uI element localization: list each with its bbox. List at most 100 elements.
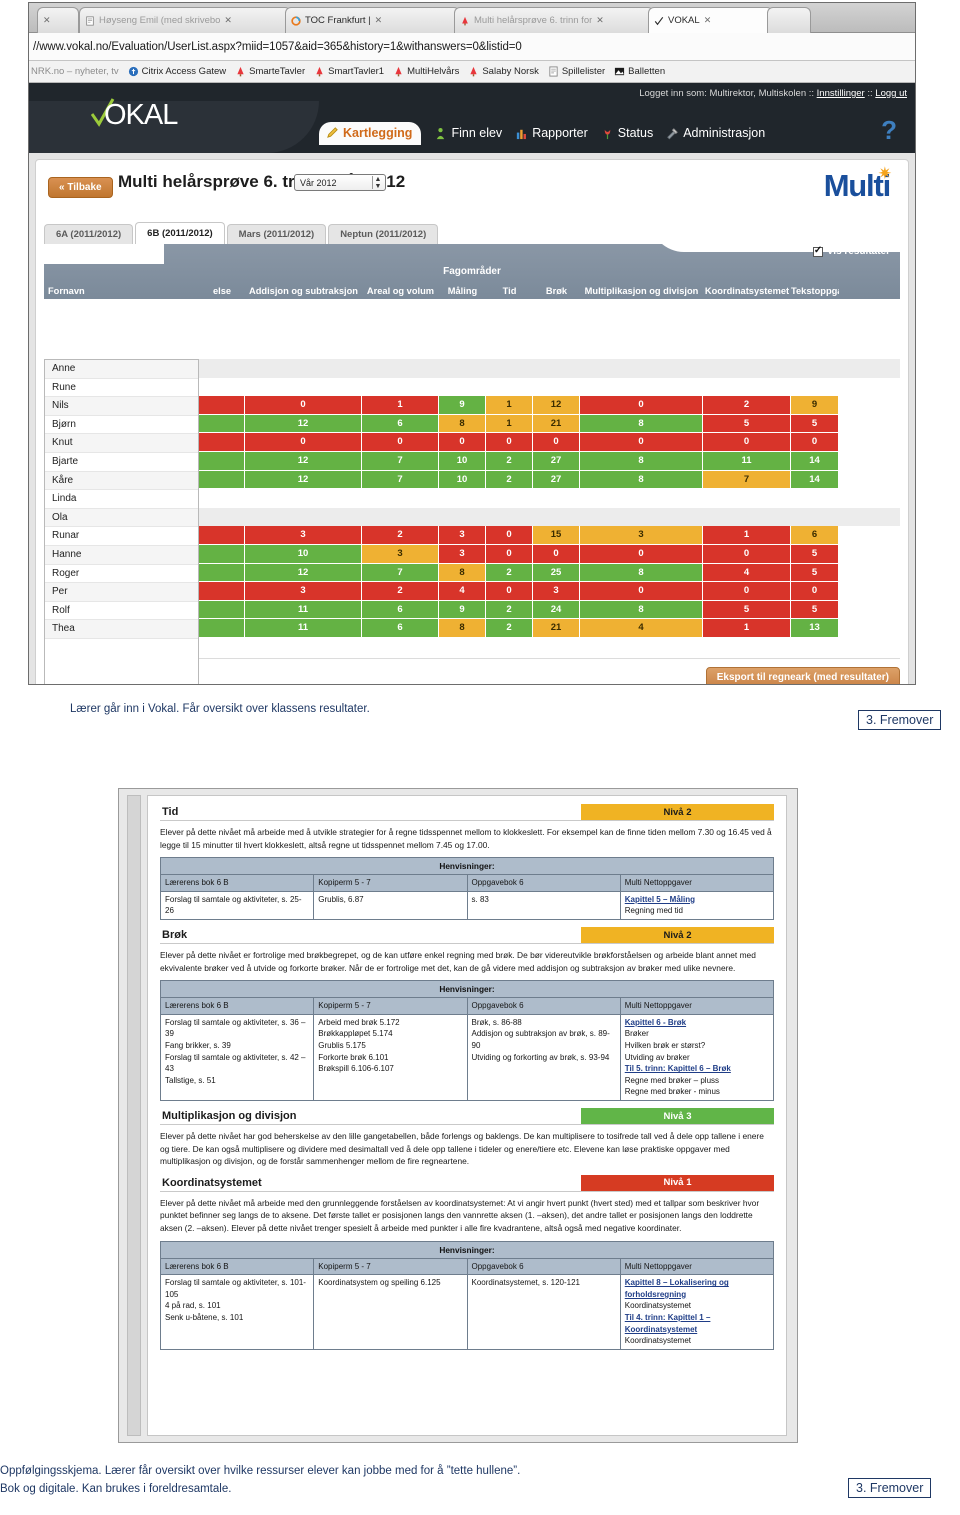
grid-cell[interactable]: 12 <box>245 451 362 471</box>
grid-cell[interactable]: 8 <box>580 414 703 434</box>
tab-stub[interactable]: ✕ <box>37 7 79 33</box>
browser-tab-4[interactable]: VOKAL ✕ <box>648 7 773 33</box>
browser-tab-1[interactable]: Høyseng Emil (med skrivebo ✕ <box>79 7 291 33</box>
grid-cell[interactable]: 21 <box>533 414 580 434</box>
grid-cell[interactable]: 5 <box>791 544 839 564</box>
grid-cell[interactable]: 1 <box>362 396 439 415</box>
grid-cell[interactable]: 6 <box>791 526 839 545</box>
grid-cell[interactable]: 0 <box>486 582 533 601</box>
column-header-7[interactable]: Multiplikasjon og divisjon <box>580 286 703 296</box>
grid-cell[interactable]: 7 <box>362 470 439 490</box>
show-results-toggle[interactable]: Vis resultater <box>812 245 890 257</box>
grid-cell[interactable]: 8 <box>580 563 703 583</box>
student-name-row[interactable]: Runar <box>45 527 198 546</box>
grid-cell[interactable]: 0 <box>580 582 703 601</box>
grid-cell[interactable]: 5 <box>791 563 839 583</box>
class-tab-4[interactable]: Neptun (2011/2012) <box>328 224 439 244</box>
grid-cell[interactable]: 6 <box>362 414 439 434</box>
student-name-row[interactable]: Bjørn <box>45 415 198 435</box>
bookmark-6[interactable]: Salaby Norsk <box>468 66 539 77</box>
grid-cell[interactable]: 12 <box>533 396 580 415</box>
bookmark-7[interactable]: Spillelister <box>548 66 605 77</box>
grid-cell[interactable]: 25 <box>533 563 580 583</box>
ref-link[interactable]: Kapittel 5 – Måling <box>625 894 769 906</box>
grid-cell[interactable]: 27 <box>533 451 580 471</box>
grid-cell[interactable]: 10 <box>439 470 486 490</box>
bookmark-2[interactable]: Citrix Access Gatew <box>128 66 226 77</box>
student-name-row[interactable]: Anne <box>45 360 198 379</box>
grid-cell[interactable]: 15 <box>533 526 580 545</box>
grid-cell[interactable]: 0 <box>362 433 439 452</box>
back-button[interactable]: « Tilbake <box>48 177 113 198</box>
grid-cell[interactable]: 12 <box>245 414 362 434</box>
grid-cell[interactable]: 0 <box>245 396 362 415</box>
grid-cell[interactable]: 8 <box>580 451 703 471</box>
grid-cell[interactable]: 12 <box>245 563 362 583</box>
grid-cell[interactable]: 0 <box>791 582 839 601</box>
new-tab-button[interactable] <box>767 7 811 33</box>
grid-cell[interactable]: 6 <box>362 600 439 620</box>
close-icon[interactable]: ✕ <box>704 15 712 26</box>
grid-cell[interactable]: 0 <box>439 433 486 452</box>
grid-cell[interactable]: 0 <box>486 433 533 452</box>
grid-cell[interactable]: 14 <box>791 451 839 471</box>
ref-link[interactable]: Kapittel 6 - Brøk <box>625 1017 769 1029</box>
student-name-row[interactable]: Nils <box>45 397 198 416</box>
nav-item-rapporter[interactable]: Rapporter <box>515 126 588 140</box>
grid-cell[interactable]: 2 <box>486 470 533 490</box>
grid-cell[interactable]: 0 <box>580 396 703 415</box>
grid-cell[interactable] <box>199 396 245 415</box>
student-name-row[interactable]: Kåre <box>45 471 198 491</box>
checkbox-icon[interactable] <box>812 245 823 257</box>
grid-cell[interactable]: 1 <box>486 396 533 415</box>
student-name-row[interactable]: Ola <box>45 508 198 528</box>
grid-cell[interactable]: 12 <box>245 470 362 490</box>
grid-cell[interactable]: 0 <box>486 526 533 545</box>
nav-item-status[interactable]: Status <box>601 126 653 140</box>
nav-item-administrasjon[interactable]: Administrasjon <box>666 126 765 140</box>
grid-cell[interactable]: 0 <box>703 582 791 601</box>
grid-cell[interactable]: 27 <box>533 470 580 490</box>
grid-cell[interactable]: 9 <box>791 396 839 415</box>
grid-cell[interactable]: 1 <box>486 414 533 434</box>
grid-cell[interactable]: 2 <box>703 396 791 415</box>
grid-cell[interactable]: 11 <box>703 451 791 471</box>
grid-cell[interactable]: 8 <box>439 563 486 583</box>
student-name-row[interactable]: Knut <box>45 434 198 453</box>
grid-cell[interactable]: 0 <box>486 544 533 564</box>
grid-cell[interactable]: 1 <box>703 619 791 638</box>
bookmark-3[interactable]: SmarteTavler <box>235 66 305 77</box>
grid-cell[interactable]: 8 <box>439 619 486 638</box>
document-scrollbar[interactable] <box>127 795 141 1436</box>
grid-cell[interactable]: 5 <box>791 600 839 620</box>
grid-cell[interactable]: 7 <box>703 470 791 490</box>
class-tab-3[interactable]: Mars (2011/2012) <box>226 224 327 244</box>
grid-cell[interactable]: 3 <box>362 544 439 564</box>
grid-cell[interactable]: 5 <box>791 414 839 434</box>
grid-cell[interactable]: 0 <box>580 433 703 452</box>
grid-cell[interactable]: 3 <box>245 526 362 545</box>
grid-cell[interactable]: 2 <box>486 619 533 638</box>
student-name-row[interactable]: Rolf <box>45 601 198 621</box>
grid-cell[interactable] <box>199 526 245 545</box>
grid-cell[interactable]: 1 <box>703 526 791 545</box>
grid-cell[interactable]: 8 <box>580 470 703 490</box>
student-name-row[interactable]: Linda <box>45 490 198 509</box>
browser-tab-2[interactable]: TOC Frankfurt | ✕ <box>285 7 460 33</box>
grid-cell[interactable]: 0 <box>791 433 839 452</box>
grid-cell[interactable] <box>199 619 245 638</box>
column-header-fornavn[interactable]: Fornavn <box>44 286 199 296</box>
logout-link[interactable]: Logg ut <box>875 88 907 99</box>
grid-cell[interactable]: 21 <box>533 619 580 638</box>
grid-cell[interactable]: 5 <box>703 414 791 434</box>
grid-cell[interactable]: 11 <box>245 619 362 638</box>
grid-cell[interactable]: 0 <box>580 544 703 564</box>
nav-item-kartlegging[interactable]: Kartlegging <box>319 121 422 145</box>
student-name-row[interactable]: Roger <box>45 564 198 584</box>
column-header-1[interactable]: else <box>199 286 245 296</box>
ref-link[interactable]: Til 4. trinn: Kapittel 1 – Koordinatsyst… <box>625 1312 769 1335</box>
grid-cell[interactable]: 9 <box>439 600 486 620</box>
grid-cell[interactable]: 3 <box>439 526 486 545</box>
grid-cell[interactable]: 4 <box>580 619 703 638</box>
grid-cell[interactable] <box>199 470 245 490</box>
